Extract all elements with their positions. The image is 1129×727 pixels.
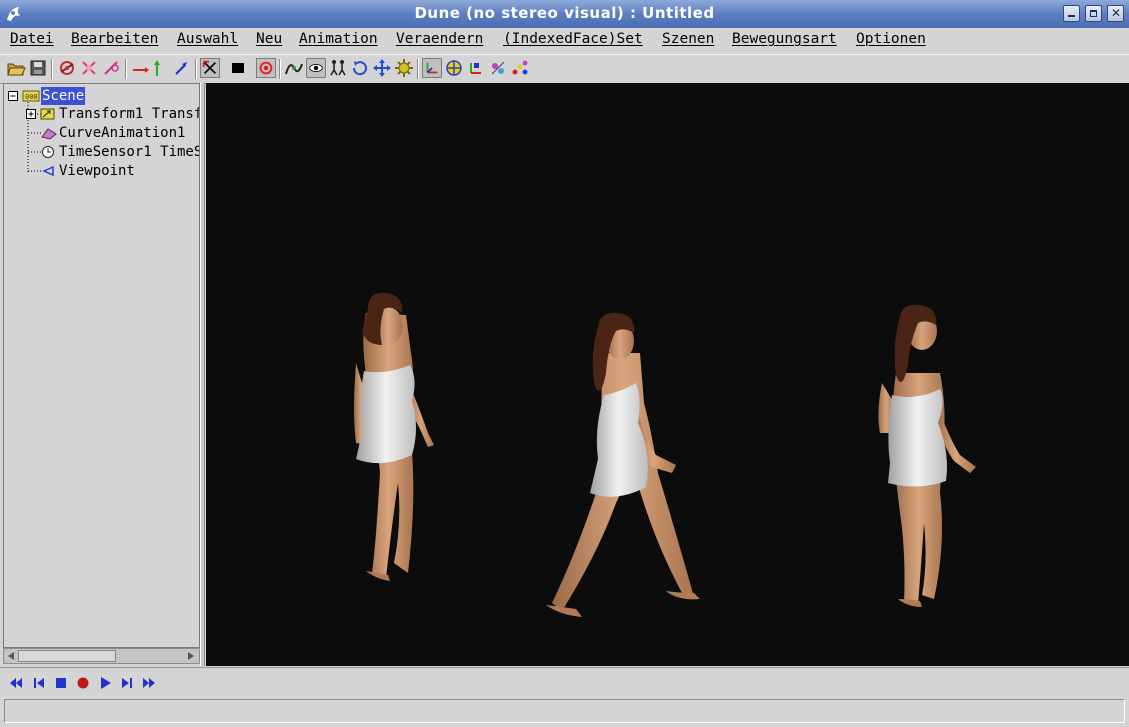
- menu-indexedfaceset[interactable]: (IndexedFace)Set: [503, 31, 643, 47]
- tree-item-label: Transform1 Transform: [59, 106, 199, 122]
- save-icon[interactable]: [28, 58, 48, 78]
- play-icon[interactable]: [97, 675, 113, 691]
- figure-1: [354, 292, 434, 581]
- tree-item-label: CurveAnimation1: [59, 125, 186, 141]
- record-icon[interactable]: [75, 675, 91, 691]
- move-icon[interactable]: [372, 58, 392, 78]
- toolbar-separator: [51, 59, 53, 79]
- window-title: Dune (no stereo visual) : Untitled: [414, 4, 715, 22]
- step-back-icon[interactable]: [31, 675, 47, 691]
- menu-bewegungsart[interactable]: Bewegungsart: [732, 31, 837, 47]
- rewind-icon[interactable]: [8, 675, 24, 691]
- scene-tree-panel[interactable]: 000 Scene Transform1 Transform CurveAnim…: [3, 83, 200, 648]
- tree-item-scene[interactable]: 000 Scene: [4, 87, 199, 105]
- close-icon: ✕: [1111, 6, 1122, 20]
- svg-text:000: 000: [25, 93, 38, 101]
- cut-route-icon[interactable]: [79, 58, 99, 78]
- tree-item-label: Scene: [41, 87, 86, 105]
- toolbar-separator: [279, 59, 281, 79]
- status-bar: [4, 699, 1125, 723]
- menu-szenen[interactable]: Szenen: [662, 31, 714, 47]
- collapse-icon[interactable]: [8, 91, 19, 102]
- minimize-button[interactable]: [1063, 5, 1080, 22]
- menu-bearbeiten[interactable]: Bearbeiten: [71, 31, 158, 47]
- scene-icon: 000: [22, 90, 40, 102]
- eye-icon[interactable]: [306, 58, 326, 78]
- minimize-icon: [1068, 15, 1075, 17]
- menu-veraendern[interactable]: Veraendern: [396, 31, 483, 47]
- expand-icon[interactable]: [26, 109, 37, 120]
- record-target-icon[interactable]: [256, 58, 276, 78]
- tree-item-transform[interactable]: Transform1 Transform: [4, 105, 199, 123]
- scroll-left-icon[interactable]: [5, 650, 17, 662]
- multicolor-icon[interactable]: [510, 58, 530, 78]
- black-box-icon[interactable]: [228, 58, 248, 78]
- maximize-icon: [1090, 10, 1097, 17]
- animation-control-bar: [0, 667, 1129, 698]
- time-sensor-icon: [42, 146, 54, 158]
- curve-icon[interactable]: [284, 58, 304, 78]
- figure-2: [546, 312, 700, 617]
- menu-bar: Datei Bearbeiten Auswahl Neu Animation V…: [0, 28, 1129, 52]
- y-axis-icon[interactable]: [147, 58, 167, 78]
- menu-auswahl[interactable]: Auswahl: [177, 31, 238, 47]
- scene-render: [354, 292, 976, 617]
- panel-splitter[interactable]: [200, 83, 205, 666]
- curve-animation-icon: [41, 128, 57, 140]
- color-dots-icon[interactable]: [488, 58, 508, 78]
- step-forward-icon[interactable]: [119, 675, 135, 691]
- viewpoint-icon: [42, 165, 54, 177]
- stop-icon[interactable]: [53, 675, 69, 691]
- toolbar-separator: [195, 59, 197, 79]
- rgb-icon[interactable]: [466, 58, 486, 78]
- figure-3: [878, 304, 976, 607]
- edit-route-icon[interactable]: [101, 58, 121, 78]
- toolbar-separator: [125, 59, 127, 79]
- tree-horizontal-scrollbar[interactable]: [3, 648, 200, 664]
- maximize-button[interactable]: [1085, 5, 1102, 22]
- cross-icon[interactable]: [200, 58, 220, 78]
- open-icon[interactable]: [6, 58, 26, 78]
- menu-datei[interactable]: Datei: [10, 31, 54, 47]
- tree-item-time-sensor[interactable]: TimeSensor1 TimeSensor: [4, 143, 200, 161]
- walk-icon[interactable]: [328, 58, 348, 78]
- close-button[interactable]: ✕: [1107, 5, 1124, 22]
- scrollbar-thumb[interactable]: [18, 650, 116, 662]
- z-axis-icon[interactable]: [171, 58, 191, 78]
- gear-icon[interactable]: [394, 58, 414, 78]
- tree-item-label: Viewpoint: [59, 163, 135, 179]
- menu-optionen[interactable]: Optionen: [856, 31, 926, 47]
- route-icon[interactable]: [57, 58, 77, 78]
- tree-item-label: TimeSensor1 TimeSensor: [59, 144, 200, 160]
- menu-neu[interactable]: Neu: [256, 31, 282, 47]
- title-bar[interactable]: Dune (no stereo visual) : Untitled ✕: [0, 0, 1129, 29]
- rotate-icon[interactable]: [350, 58, 370, 78]
- menu-animation[interactable]: Animation: [299, 31, 378, 47]
- tree-item-viewpoint[interactable]: Viewpoint: [4, 162, 199, 180]
- tree-item-curve-animation[interactable]: CurveAnimation1: [4, 124, 199, 142]
- toolbar-separator: [417, 59, 419, 79]
- transform-icon: [40, 108, 55, 120]
- 3d-viewport[interactable]: [206, 83, 1129, 666]
- scroll-right-icon[interactable]: [185, 650, 197, 662]
- globe-icon[interactable]: [444, 58, 464, 78]
- toolbar: [0, 54, 1129, 84]
- axes-icon[interactable]: [422, 58, 442, 78]
- fast-forward-icon[interactable]: [141, 675, 157, 691]
